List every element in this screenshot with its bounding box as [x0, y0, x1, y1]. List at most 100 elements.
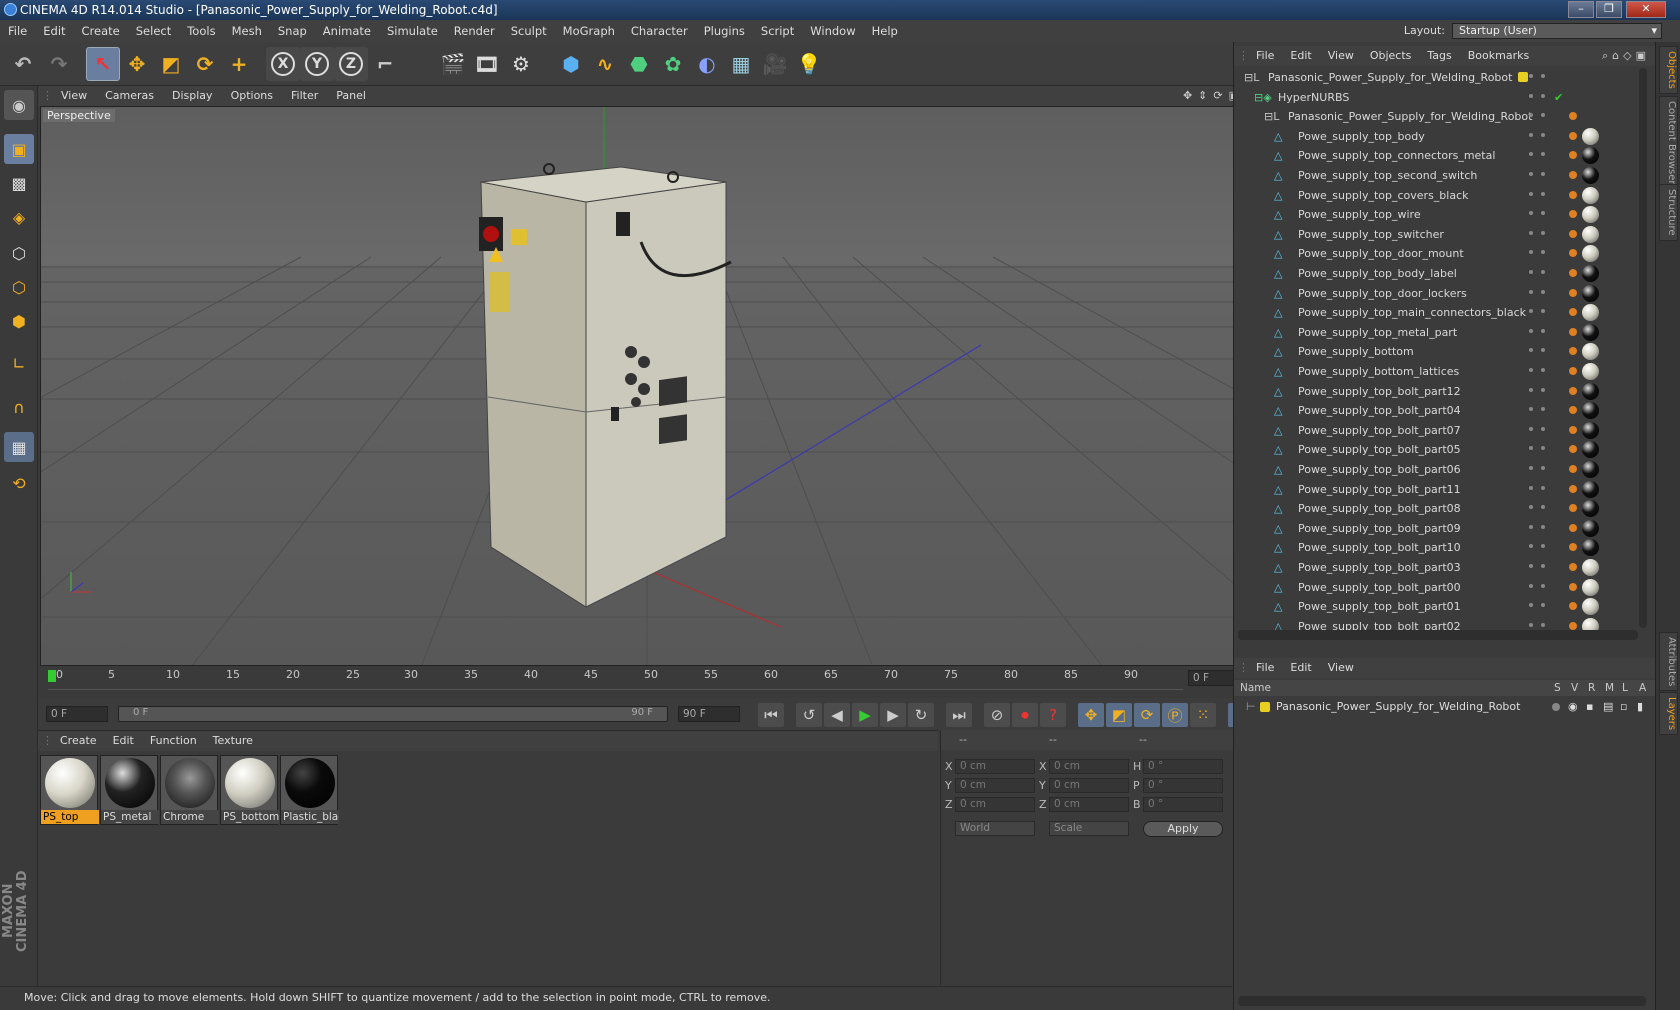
menu-plugins[interactable]: Plugins	[696, 20, 753, 42]
editor-visibility-toggle[interactable]	[1529, 505, 1533, 510]
material-swatch[interactable]: PS_top	[40, 755, 99, 825]
menu-select[interactable]: Select	[128, 20, 179, 42]
object-row[interactable]: ⊟L Panasonic_Power_Supply_for_Welding_Rob…	[1236, 68, 1646, 88]
object-row[interactable]: △ Powe_supply_top_body_label	[1236, 264, 1646, 284]
editor-visibility-toggle[interactable]	[1529, 132, 1533, 137]
phong-tag-icon[interactable]	[1569, 445, 1577, 454]
material-tag-icon[interactable]	[1582, 363, 1599, 380]
position-x-field[interactable]: 0 cm	[955, 759, 1035, 774]
render-visibility-toggle[interactable]	[1541, 211, 1545, 216]
material-tag-icon[interactable]	[1582, 461, 1599, 478]
key-pla-icon[interactable]: ⁙	[1190, 703, 1216, 727]
texture-mode-icon[interactable]: ▩	[4, 168, 34, 198]
render-visibility-toggle[interactable]	[1541, 407, 1545, 412]
editor-visibility-toggle[interactable]	[1529, 348, 1533, 353]
search-icon[interactable]: ⌕⌂◇▣	[1602, 46, 1650, 66]
layer-menu-file[interactable]: File	[1248, 658, 1282, 678]
object-row[interactable]: △ Powe_supply_top_door_lockers	[1236, 284, 1646, 304]
editor-visibility-toggle[interactable]	[1529, 74, 1533, 78]
x-axis-icon[interactable]: X	[266, 47, 300, 81]
go-to-start-icon[interactable]: ⏮	[758, 703, 784, 727]
render-visibility-toggle[interactable]	[1541, 485, 1545, 490]
material-tag-icon[interactable]	[1582, 186, 1599, 204]
editor-visibility-toggle[interactable]	[1529, 466, 1533, 470]
menu-mograph[interactable]: MoGraph	[555, 20, 623, 42]
layer-solo-toggle[interactable]	[1552, 703, 1560, 711]
render-view-icon[interactable]: 🎬	[436, 47, 470, 81]
material-tag-icon[interactable]	[1582, 147, 1599, 165]
material-swatch[interactable]: Chrome	[160, 755, 219, 825]
render-visibility-toggle[interactable]	[1541, 426, 1545, 431]
editor-visibility-toggle[interactable]	[1529, 603, 1533, 608]
rotation-h-field[interactable]: 0 °	[1143, 759, 1223, 774]
tab-objects[interactable]: Objects	[1659, 46, 1678, 94]
layout-select[interactable]: Startup (User) ▾	[1452, 23, 1662, 39]
tab-layers[interactable]: Layers	[1659, 692, 1678, 736]
rotate-icon[interactable]: ⟳	[188, 47, 222, 81]
tag-icon[interactable]	[1569, 112, 1577, 121]
render-visibility-toggle[interactable]	[1541, 348, 1545, 353]
obj-menu-view[interactable]: View	[1320, 46, 1362, 66]
mat-menu-edit[interactable]: Edit	[105, 731, 142, 751]
render-settings-icon[interactable]: ⚙	[504, 47, 538, 81]
menu-create[interactable]: Create	[74, 20, 128, 42]
editor-visibility-toggle[interactable]	[1529, 309, 1533, 314]
material-tag-icon[interactable]	[1582, 421, 1599, 439]
vp-menu-display[interactable]: Display	[163, 86, 222, 106]
object-row[interactable]: △ Powe_supply_top_bolt_part04	[1236, 401, 1646, 421]
menu-animate[interactable]: Animate	[315, 20, 379, 42]
rotation-p-field[interactable]: 0 °	[1143, 778, 1223, 793]
key-position-icon[interactable]: ✥	[1078, 703, 1104, 727]
object-row[interactable]: △ Powe_supply_top_bolt_part08	[1236, 499, 1646, 519]
object-row[interactable]: △ Powe_supply_top_bolt_part00	[1236, 578, 1646, 598]
material-tag-icon[interactable]	[1582, 441, 1599, 459]
object-row[interactable]: △ Powe_supply_top_bolt_part09	[1236, 519, 1646, 539]
end-frame-field[interactable]: 90 F	[678, 706, 740, 722]
obj-menu-bookmarks[interactable]: Bookmarks	[1460, 46, 1537, 66]
phong-tag-icon[interactable]	[1569, 190, 1577, 199]
object-row[interactable]: △ Powe_supply_top_bolt_part11	[1236, 480, 1646, 500]
deformer-icon[interactable]: ◐	[690, 47, 724, 81]
material-swatch[interactable]: PS_bottom	[220, 755, 279, 825]
phong-tag-icon[interactable]	[1569, 367, 1577, 375]
phong-tag-icon[interactable]	[1569, 269, 1577, 277]
phong-tag-icon[interactable]	[1569, 582, 1577, 591]
render-visibility-toggle[interactable]	[1541, 466, 1545, 470]
object-row[interactable]: △ Powe_supply_top_bolt_part10	[1236, 538, 1646, 558]
object-row[interactable]: △ Powe_supply_top_metal_part	[1236, 323, 1646, 343]
render-visibility-toggle[interactable]	[1541, 270, 1545, 274]
undo-icon[interactable]: ↶	[6, 47, 40, 81]
coordinate-system-icon[interactable]: ⌐	[368, 47, 402, 81]
editor-visibility-toggle[interactable]	[1529, 250, 1533, 255]
y-axis-icon[interactable]: Y	[300, 47, 334, 81]
material-tag-icon[interactable]	[1582, 127, 1599, 145]
workplane-mode-icon[interactable]: ◈	[4, 202, 34, 232]
material-tag-icon[interactable]	[1582, 402, 1599, 420]
light-icon[interactable]: 💡	[792, 47, 826, 81]
phong-tag-icon[interactable]	[1569, 288, 1577, 297]
material-tag-icon[interactable]	[1582, 578, 1599, 596]
object-row[interactable]: ⊟◈ HyperNURBS ✔	[1236, 88, 1646, 108]
next-frame-icon[interactable]: ▶	[880, 703, 906, 727]
tab-structure[interactable]: Structure	[1659, 184, 1678, 241]
edges-mode-icon[interactable]: ⬡	[4, 272, 34, 302]
phong-tag-icon[interactable]	[1569, 621, 1577, 630]
phong-tag-icon[interactable]	[1569, 249, 1577, 258]
editor-visibility-toggle[interactable]	[1529, 446, 1533, 451]
apply-button[interactable]: Apply	[1143, 821, 1223, 837]
material-tag-icon[interactable]	[1582, 323, 1599, 341]
phong-tag-icon[interactable]	[1569, 465, 1577, 473]
vp-menu-view[interactable]: View	[52, 86, 96, 106]
render-visibility-toggle[interactable]	[1541, 387, 1545, 392]
menu-sculpt[interactable]: Sculpt	[503, 20, 555, 42]
z-axis-icon[interactable]: Z	[334, 47, 368, 81]
render-visibility-toggle[interactable]	[1541, 603, 1545, 608]
menu-script[interactable]: Script	[753, 20, 802, 42]
render-visibility-toggle[interactable]	[1541, 230, 1545, 235]
object-row[interactable]: △ Powe_supply_top_wire	[1236, 205, 1646, 225]
phong-tag-icon[interactable]	[1569, 425, 1577, 434]
mat-menu-function[interactable]: Function	[142, 731, 205, 751]
render-visibility-toggle[interactable]	[1541, 505, 1545, 510]
vertical-scrollbar[interactable]	[1639, 68, 1647, 628]
locked-workplane-icon[interactable]: ⟲	[4, 468, 34, 498]
